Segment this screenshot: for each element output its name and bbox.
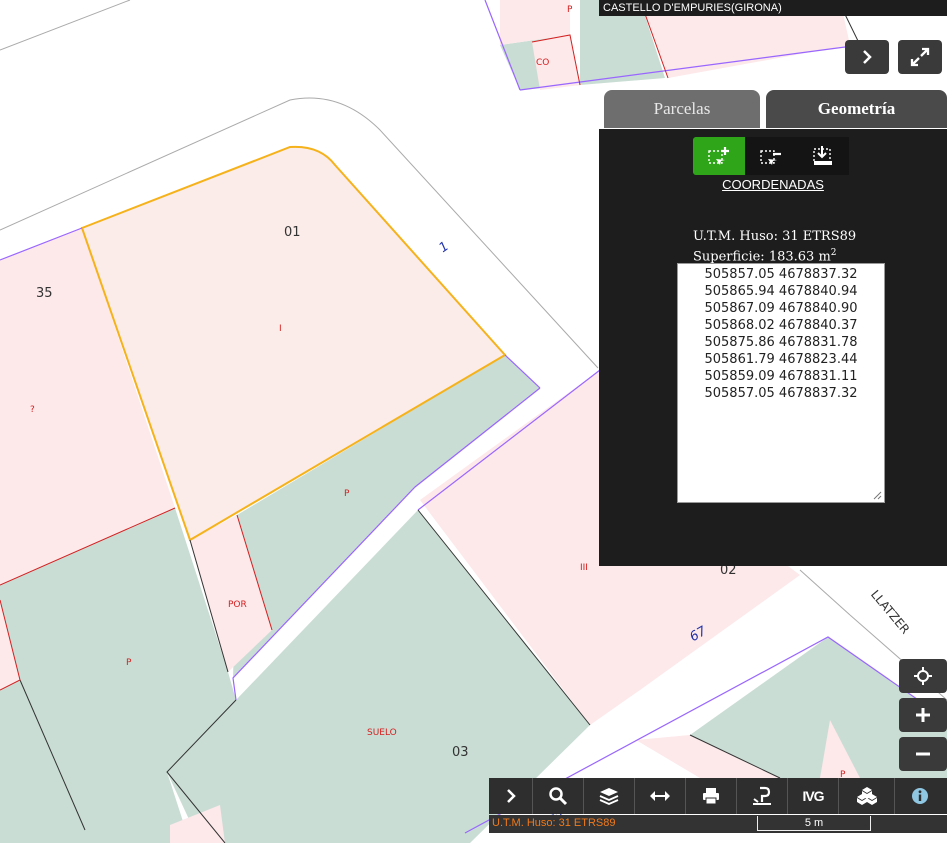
- code-p-2: P: [126, 658, 132, 668]
- code-i: I: [279, 324, 282, 334]
- buildings-icon: [856, 787, 877, 805]
- parcel-label-03: 03: [452, 745, 469, 760]
- coordinate-line: 505875.86 4678831.78: [704, 335, 858, 350]
- utm-zone-line: U.T.M. Huso: 31 ETRS89: [693, 229, 857, 244]
- coordinates-link[interactable]: COORDENADAS: [599, 177, 947, 192]
- coordinate-line: 505861.79 4678823.44: [704, 352, 858, 367]
- code-unknown: ?: [30, 405, 35, 415]
- coordinate-line: 505857.05 4678837.32: [704, 386, 858, 401]
- measure-icon: [650, 791, 670, 801]
- geometry-tools: [693, 137, 849, 175]
- code-p-1: P: [344, 489, 350, 499]
- bottom-toolbar: IVG: [489, 778, 947, 814]
- remove-polygon-button[interactable]: [745, 137, 797, 175]
- coordinate-line: 505867.09 4678840.90: [704, 301, 858, 316]
- toolbar-collapse-button[interactable]: [489, 778, 533, 814]
- print-button[interactable]: [686, 778, 737, 814]
- coordinate-line: 505857.05 4678837.32: [704, 267, 858, 282]
- panel-tabs: Parcelas Geometría: [599, 90, 947, 130]
- search-button[interactable]: [533, 778, 584, 814]
- code-por: POR: [228, 600, 247, 610]
- fullscreen-button[interactable]: [898, 40, 942, 74]
- fullscreen-icon: [910, 47, 930, 67]
- add-polygon-button[interactable]: [693, 137, 745, 175]
- buildings-button[interactable]: [839, 778, 895, 814]
- coordinate-line: 505865.94 4678840.94: [704, 284, 858, 299]
- projection-status: U.T.M. Huso: 31 ETRS89: [492, 817, 616, 829]
- print-icon: [703, 788, 719, 805]
- geometry-panel: COORDENADAS U.T.M. Huso: 31 ETRS89 Super…: [599, 129, 947, 566]
- parcel-label-35: 35: [36, 286, 53, 301]
- tab-parcelas[interactable]: Parcelas: [604, 90, 760, 128]
- coordinate-line: 505868.02 4678840.37: [704, 318, 858, 333]
- scale-bar: 5 m: [757, 816, 871, 831]
- surface-unit-superscript: 2: [830, 248, 837, 258]
- download-icon: [813, 146, 832, 165]
- status-bar: U.T.M. Huso: 31 ETRS89 5 m: [489, 815, 947, 833]
- ivg-icon: IVG: [802, 788, 824, 804]
- add-polygon-icon: [708, 147, 729, 165]
- coordinates-textarea[interactable]: 505857.05 4678837.32 505865.94 4678840.9…: [677, 263, 885, 503]
- chevron-right-icon: [506, 789, 516, 803]
- code-co: CO: [536, 58, 550, 68]
- parking-tool-button[interactable]: [737, 778, 788, 814]
- layers-button[interactable]: [584, 778, 635, 814]
- parking-icon: [753, 786, 771, 805]
- code-p-3: P: [567, 5, 573, 15]
- info-button[interactable]: [895, 778, 945, 814]
- ivg-button[interactable]: IVG: [788, 778, 839, 814]
- download-geometry-button[interactable]: [797, 137, 849, 175]
- layers-icon: [599, 788, 619, 805]
- tab-geometria[interactable]: Geometría: [766, 90, 947, 128]
- remove-polygon-icon: [760, 150, 781, 165]
- municipality-label: CASTELLO D'EMPURIES(GIRONA): [599, 0, 947, 16]
- search-icon: [549, 787, 568, 806]
- zoom-out-button[interactable]: [899, 737, 947, 771]
- parcel-label-01: 01: [284, 225, 301, 240]
- chevron-right-icon: [863, 50, 872, 64]
- code-iii: III: [580, 563, 588, 573]
- locate-button[interactable]: [899, 659, 947, 693]
- coordinate-line: 505859.09 4678831.11: [704, 369, 858, 384]
- zoom-out-icon: [916, 752, 930, 756]
- code-suelo: SUELO: [367, 728, 397, 738]
- zoom-in-button[interactable]: [899, 698, 947, 732]
- measure-button[interactable]: [635, 778, 686, 814]
- expand-panel-button[interactable]: [845, 40, 889, 74]
- zoom-in-icon: [916, 708, 930, 722]
- resize-grip-icon[interactable]: [873, 491, 882, 500]
- utm-info: U.T.M. Huso: 31 ETRS89 Superficie: 183.6…: [693, 228, 856, 265]
- info-icon: [912, 788, 928, 804]
- locate-icon: [914, 667, 932, 685]
